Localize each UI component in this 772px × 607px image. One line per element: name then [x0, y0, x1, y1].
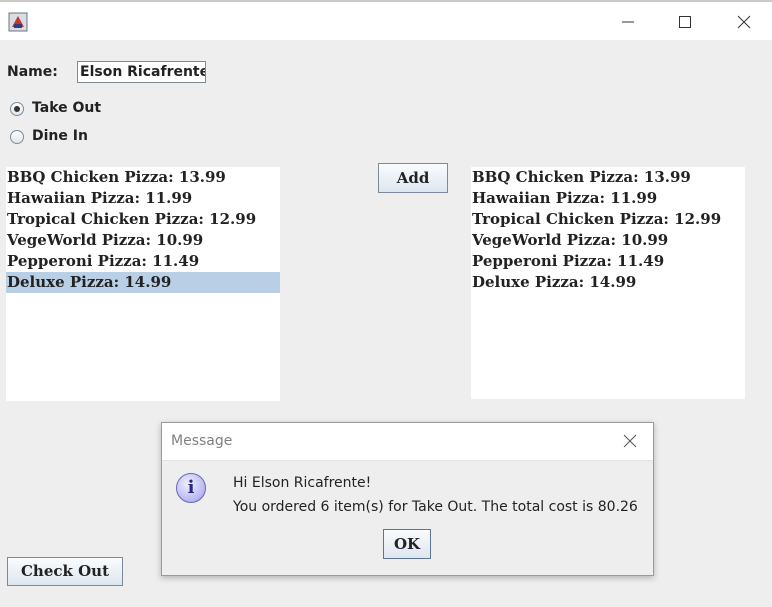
list-item[interactable]: Hawaiian Pizza: 11.99 — [6, 188, 280, 209]
dialog-message: You ordered 6 item(s) for Take Out. The … — [233, 499, 638, 515]
close-icon — [737, 15, 751, 29]
message-dialog: Message i Hi Elson Ricafrente! You order… — [161, 422, 654, 576]
close-icon[interactable] — [622, 433, 638, 449]
dialog-titlebar: Message — [162, 423, 653, 461]
window-titlebar — [0, 0, 772, 40]
add-button[interactable]: Add — [378, 163, 448, 193]
radio-label-dine-in: Dine In — [32, 128, 88, 144]
java-app-icon — [8, 12, 28, 32]
info-icon: i — [176, 473, 206, 503]
minimize-button[interactable] — [608, 8, 648, 36]
dialog-title: Message — [171, 433, 233, 449]
radio-label-take-out: Take Out — [32, 100, 102, 116]
list-item[interactable]: Hawaiian Pizza: 11.99 — [471, 188, 745, 209]
check-out-button[interactable]: Check Out — [7, 557, 123, 586]
menu-list[interactable]: BBQ Chicken Pizza: 13.99 Hawaiian Pizza:… — [6, 167, 280, 401]
list-item[interactable]: Tropical Chicken Pizza: 12.99 — [6, 209, 280, 230]
list-item[interactable]: BBQ Chicken Pizza: 13.99 — [471, 167, 745, 188]
list-item[interactable]: Pepperoni Pizza: 11.49 — [6, 251, 280, 272]
close-button[interactable] — [724, 8, 764, 36]
list-item[interactable]: Deluxe Pizza: 14.99 — [471, 272, 745, 293]
list-item[interactable]: Tropical Chicken Pizza: 12.99 — [471, 209, 745, 230]
ok-button[interactable]: OK — [383, 529, 431, 559]
name-label: Name: — [7, 64, 58, 80]
maximize-button[interactable] — [665, 8, 705, 36]
list-item[interactable]: VegeWorld Pizza: 10.99 — [471, 230, 745, 251]
list-item[interactable]: VegeWorld Pizza: 10.99 — [6, 230, 280, 251]
list-item-selected[interactable]: Deluxe Pizza: 14.99 — [6, 272, 280, 293]
radio-button[interactable] — [10, 130, 24, 144]
name-input[interactable]: Elson Ricafrente — [77, 61, 206, 83]
minimize-icon — [622, 21, 634, 23]
list-item[interactable]: BBQ Chicken Pizza: 13.99 — [6, 167, 280, 188]
list-item[interactable]: Pepperoni Pizza: 11.49 — [471, 251, 745, 272]
dialog-greeting: Hi Elson Ricafrente! — [233, 475, 372, 491]
order-list[interactable]: BBQ Chicken Pizza: 13.99 Hawaiian Pizza:… — [471, 167, 745, 399]
maximize-icon — [679, 16, 691, 28]
radio-button-selected[interactable] — [10, 102, 24, 116]
